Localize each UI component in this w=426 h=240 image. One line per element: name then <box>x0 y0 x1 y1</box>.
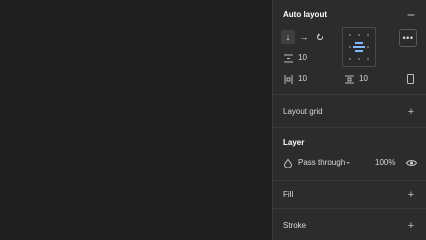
arrow-right-icon: → <box>299 32 309 42</box>
minus-icon[interactable] <box>406 10 416 20</box>
arrow-down-icon: ↓ <box>285 32 291 42</box>
horizontal-padding-value[interactable]: 10 <box>298 74 307 84</box>
gap-icon <box>283 53 293 63</box>
wrap-button[interactable] <box>313 30 327 44</box>
vertical-padding-icon <box>344 74 354 84</box>
gap-value[interactable]: 10 <box>298 53 307 63</box>
stroke-title: Stroke <box>283 221 307 230</box>
blend-mode-icon <box>283 158 293 168</box>
more-icon[interactable]: ••• <box>399 29 417 47</box>
horizontal-padding-icon <box>283 74 293 84</box>
chevron-down-icon <box>346 162 350 164</box>
design-canvas[interactable] <box>0 0 272 240</box>
align-center-icon <box>353 42 365 52</box>
properties-panel: Auto layout ↓ → ••• 10 10 10 Layout grid… <box>272 0 426 240</box>
clip-content-icon[interactable] <box>405 73 415 85</box>
vertical-padding-value[interactable]: 10 <box>359 74 368 84</box>
alignment-grid[interactable] <box>342 27 376 67</box>
layout-grid-title: Layout grid <box>283 107 323 116</box>
stroke-add-plus-icon[interactable]: + <box>406 221 416 232</box>
auto-layout-title: Auto layout <box>283 10 327 19</box>
fill-title: Fill <box>283 190 294 199</box>
fill-add-plus-icon[interactable]: + <box>406 190 416 201</box>
wrap-icon <box>316 33 323 40</box>
layout-grid-add-plus-icon[interactable]: + <box>406 107 416 118</box>
blend-mode-select[interactable]: Pass through <box>298 158 345 168</box>
eye-icon[interactable] <box>405 158 417 168</box>
direction-horizontal-button[interactable]: → <box>297 30 311 44</box>
layer-title: Layer <box>283 138 305 147</box>
direction-vertical-button[interactable]: ↓ <box>281 30 295 44</box>
opacity-value[interactable]: 100% <box>375 158 395 168</box>
